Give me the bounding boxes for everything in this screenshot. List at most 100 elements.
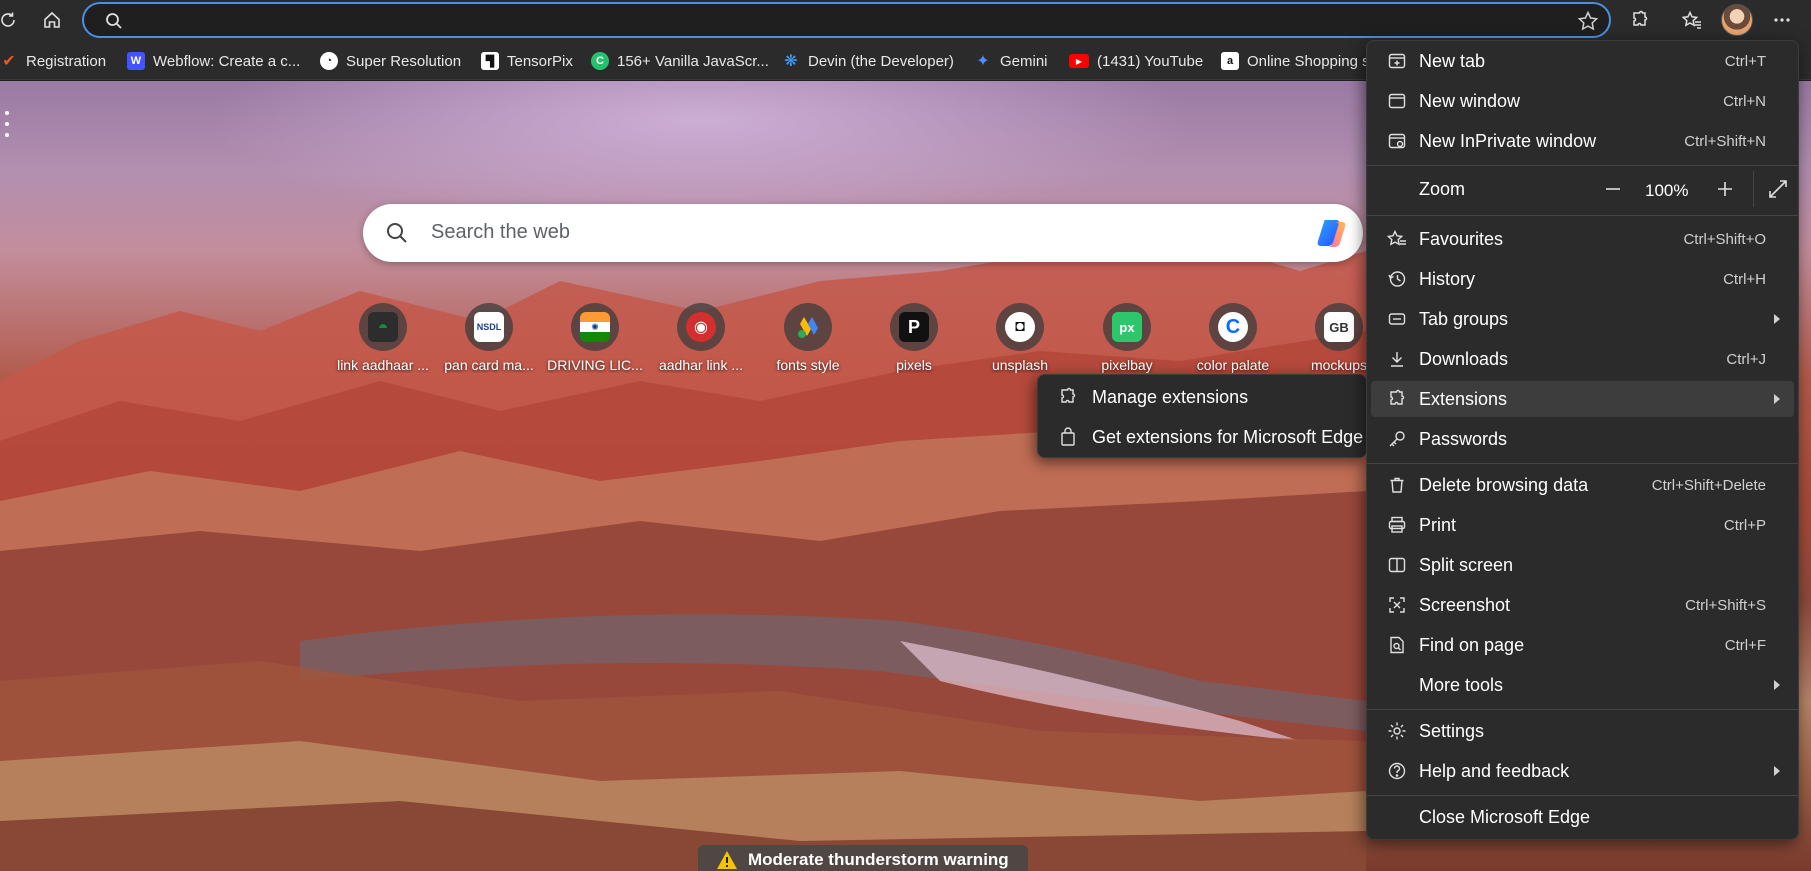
quick-link-label: pixels bbox=[896, 357, 932, 373]
fullscreen-icon[interactable] bbox=[1764, 175, 1792, 203]
bookmark-label: Online Shopping s bbox=[1247, 52, 1370, 70]
menu-label: Help and feedback bbox=[1419, 761, 1570, 781]
bookmark-label: 156+ Vanilla JavaScr... bbox=[617, 52, 769, 70]
avatar[interactable] bbox=[1721, 4, 1753, 36]
menu-shortcut: Ctrl+Shift+Delete bbox=[1651, 477, 1766, 494]
puzzle-icon bbox=[1061, 387, 1076, 403]
quick-link-unsplash[interactable]: ◘ unsplash bbox=[970, 303, 1070, 373]
bookmark-gemini[interactable]: ✦ Gemini bbox=[974, 50, 1047, 72]
menu-item-more-tools[interactable]: More tools bbox=[1371, 667, 1794, 703]
history-icon bbox=[1388, 271, 1406, 287]
get-extensions-item[interactable]: Get extensions for Microsoft Edge bbox=[1042, 419, 1364, 455]
manage-extensions-item[interactable]: Manage extensions bbox=[1042, 379, 1362, 415]
aadhar-fingerprint-icon: ◉ bbox=[686, 312, 716, 342]
menu-item-find-on-page[interactable]: Find on page Ctrl+F bbox=[1371, 627, 1794, 663]
menu-label: Settings bbox=[1419, 721, 1485, 741]
menu-item-split-screen[interactable]: Split screen bbox=[1371, 547, 1794, 583]
chevron-right-icon bbox=[1774, 394, 1780, 404]
more-options-icon[interactable] bbox=[1768, 6, 1796, 34]
extensions-puzzle-icon[interactable] bbox=[1626, 6, 1654, 34]
menu-label: New InPrivate window bbox=[1419, 131, 1597, 151]
menu-item-passwords[interactable]: Passwords bbox=[1371, 421, 1794, 457]
address-bar[interactable] bbox=[82, 2, 1611, 38]
menu-item-help-and-feedback[interactable]: Help and feedback bbox=[1371, 753, 1794, 789]
zoom-in-icon[interactable] bbox=[1711, 175, 1739, 203]
bookmark-tensorpix[interactable]: ▜ TensorPix bbox=[481, 50, 573, 72]
bookmark-super-resolution[interactable]: ◔ Super Resolution bbox=[320, 50, 461, 72]
quick-link-pan-card[interactable]: NSDL pan card ma... bbox=[439, 303, 539, 373]
menu-item-downloads[interactable]: Downloads Ctrl+J bbox=[1371, 341, 1794, 377]
menu-item-extensions[interactable]: Extensions bbox=[1371, 381, 1794, 417]
bookmark-webflow[interactable]: W Webflow: Create a c... bbox=[127, 50, 300, 72]
quick-link-pixelbay[interactable]: px pixelbay bbox=[1077, 303, 1177, 373]
bookmark-youtube[interactable]: ▶ (1431) YouTube bbox=[1069, 50, 1203, 72]
menu-label: History bbox=[1419, 269, 1476, 289]
menu-label: Print bbox=[1419, 515, 1457, 535]
bookmark-devin[interactable]: ❋ Devin (the Developer) bbox=[782, 50, 954, 72]
extensions-submenu: Manage extensions Get extensions for Mic… bbox=[1037, 374, 1367, 458]
favorites-icon bbox=[1387, 229, 1406, 246]
address-input[interactable] bbox=[130, 8, 1530, 32]
bookmark-label: Devin (the Developer) bbox=[808, 52, 954, 70]
help-icon bbox=[1388, 762, 1406, 780]
bookmark-amazon[interactable]: a Online Shopping s bbox=[1221, 50, 1370, 72]
get-extensions-label: Get extensions for Microsoft Edge bbox=[1092, 427, 1364, 447]
vanilla-js-icon: C bbox=[591, 52, 609, 70]
menu-label: New window bbox=[1419, 91, 1521, 111]
menu-item-delete-browsing-data[interactable]: Delete browsing data Ctrl+Shift+Delete bbox=[1371, 467, 1794, 503]
quick-link-driving-licence[interactable]: ✺ DRIVING LIC... bbox=[545, 303, 645, 373]
bookmark-label: (1431) YouTube bbox=[1097, 52, 1204, 70]
menu-item-new-tab[interactable]: New tab Ctrl+T bbox=[1371, 43, 1794, 79]
menu-shortcut: Ctrl+Shift+N bbox=[1684, 133, 1766, 150]
settings-and-more-menu: New tab Ctrl+T New window Ctrl+N New InP… bbox=[1366, 40, 1799, 840]
menu-item-print[interactable]: Print Ctrl+P bbox=[1371, 507, 1794, 543]
home-icon[interactable] bbox=[38, 6, 66, 34]
manage-extensions-label: Manage extensions bbox=[1092, 387, 1249, 407]
quick-link-label: DRIVING LIC... bbox=[547, 357, 643, 373]
favorite-star-icon[interactable] bbox=[1577, 10, 1599, 32]
bookmark-vanilla-js[interactable]: C 156+ Vanilla JavaScr... bbox=[591, 50, 769, 72]
gemini-icon: ✦ bbox=[976, 53, 990, 70]
web-search-box[interactable]: Search the web bbox=[363, 204, 1363, 262]
refresh-icon[interactable] bbox=[0, 6, 22, 34]
search-icon bbox=[387, 223, 407, 243]
pixabay-icon: px bbox=[1112, 312, 1142, 342]
quick-link-pixels[interactable]: P pixels bbox=[864, 303, 964, 373]
zoom-value: 100% bbox=[1645, 181, 1689, 200]
favorites-icon[interactable] bbox=[1678, 6, 1706, 34]
search-placeholder: Search the web bbox=[431, 221, 570, 243]
gear-icon bbox=[1388, 722, 1406, 740]
inprivate-icon bbox=[1388, 133, 1406, 149]
google-ads-icon bbox=[793, 312, 823, 342]
quick-link-fonts-style[interactable]: fonts style bbox=[758, 303, 858, 373]
quick-link-aadhar-link[interactable]: ◉ aadhar link ... bbox=[651, 303, 751, 373]
chevron-right-icon bbox=[1774, 766, 1780, 776]
weather-alert[interactable]: Moderate thunderstorm warning bbox=[698, 845, 1028, 871]
devin-icon: ❋ bbox=[784, 53, 798, 70]
menu-item-settings[interactable]: Settings bbox=[1371, 713, 1794, 749]
page-menu-dots-icon[interactable] bbox=[2, 111, 12, 137]
menu-shortcut: Ctrl+N bbox=[1723, 93, 1766, 110]
bookmark-registration[interactable]: ✔ Registration bbox=[0, 50, 106, 72]
download-icon bbox=[1391, 352, 1403, 367]
tab-groups-icon bbox=[1388, 313, 1406, 325]
quick-link-link-aadhaar[interactable]: ◓ link aadhaar ... bbox=[333, 303, 433, 373]
menu-item-new-inprivate[interactable]: New InPrivate window Ctrl+Shift+N bbox=[1371, 123, 1794, 159]
unsplash-icon: ◘ bbox=[1005, 312, 1035, 342]
quick-link-color-palate[interactable]: C color palate bbox=[1183, 303, 1283, 373]
menu-shortcut: Ctrl+F bbox=[1724, 637, 1766, 654]
copilot-icon[interactable] bbox=[1313, 214, 1351, 252]
search-icon bbox=[106, 13, 122, 29]
warning-icon bbox=[717, 851, 737, 869]
menu-item-favourites[interactable]: Favourites Ctrl+Shift+O bbox=[1371, 221, 1794, 257]
quick-link-label: color palate bbox=[1196, 357, 1270, 373]
menu-label: Zoom bbox=[1419, 179, 1466, 199]
menu-shortcut: Ctrl+Shift+S bbox=[1685, 597, 1766, 614]
menu-item-new-window[interactable]: New window Ctrl+N bbox=[1371, 83, 1794, 119]
menu-item-close-microsoft-edge[interactable]: Close Microsoft Edge bbox=[1371, 799, 1794, 835]
zoom-out-icon[interactable] bbox=[1599, 175, 1627, 203]
menu-item-tab-groups[interactable]: Tab groups bbox=[1371, 301, 1794, 337]
menu-item-screenshot[interactable]: Screenshot Ctrl+Shift+S bbox=[1371, 587, 1794, 623]
quick-link-label: fonts style bbox=[776, 357, 840, 373]
menu-item-history[interactable]: History Ctrl+H bbox=[1371, 261, 1794, 297]
